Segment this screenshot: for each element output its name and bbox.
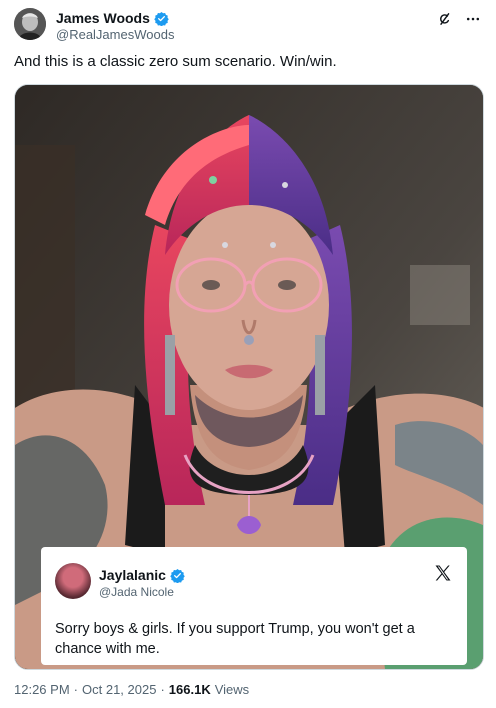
quoted-name-row: Jaylalanic xyxy=(99,567,185,583)
tweet-post: James Woods @RealJamesWoods And this is … xyxy=(0,0,496,708)
author-name-row: James Woods xyxy=(56,10,169,26)
grok-icon[interactable] xyxy=(436,10,454,28)
x-logo-icon xyxy=(435,565,451,581)
author-handle[interactable]: @RealJamesWoods xyxy=(56,27,174,42)
tweet-text: And this is a classic zero sum scenario.… xyxy=(14,53,337,70)
post-time[interactable]: 12:26 PM xyxy=(14,682,70,697)
meta-separator: · xyxy=(73,682,78,697)
quoted-author-handle[interactable]: @Jada Nicole xyxy=(99,585,174,599)
quoted-author-name[interactable]: Jaylalanic xyxy=(99,567,166,583)
more-icon[interactable] xyxy=(464,10,482,28)
verified-badge-icon xyxy=(170,568,185,583)
tweet-header: James Woods @RealJamesWoods xyxy=(14,8,482,44)
quoted-tweet-text: Sorry boys & girls. If you support Trump… xyxy=(55,621,415,657)
author-name[interactable]: James Woods xyxy=(56,10,150,26)
quoted-author-avatar[interactable] xyxy=(55,563,91,599)
quoted-tweet-card[interactable]: Jaylalanic @Jada Nicole Sorry boys & gir… xyxy=(41,547,467,665)
header-actions xyxy=(436,10,482,28)
views-count: 166.1K xyxy=(168,682,211,697)
meta-separator: · xyxy=(160,682,165,697)
author-avatar[interactable] xyxy=(14,8,46,40)
tweet-meta: 12:26 PM · Oct 21, 2025 · 166.1K Views xyxy=(14,682,249,697)
views-label: Views xyxy=(214,682,250,697)
post-date[interactable]: Oct 21, 2025 xyxy=(82,682,156,697)
tweet-media-image[interactable]: Jaylalanic @Jada Nicole Sorry boys & gir… xyxy=(14,84,484,670)
verified-badge-icon xyxy=(154,11,169,26)
